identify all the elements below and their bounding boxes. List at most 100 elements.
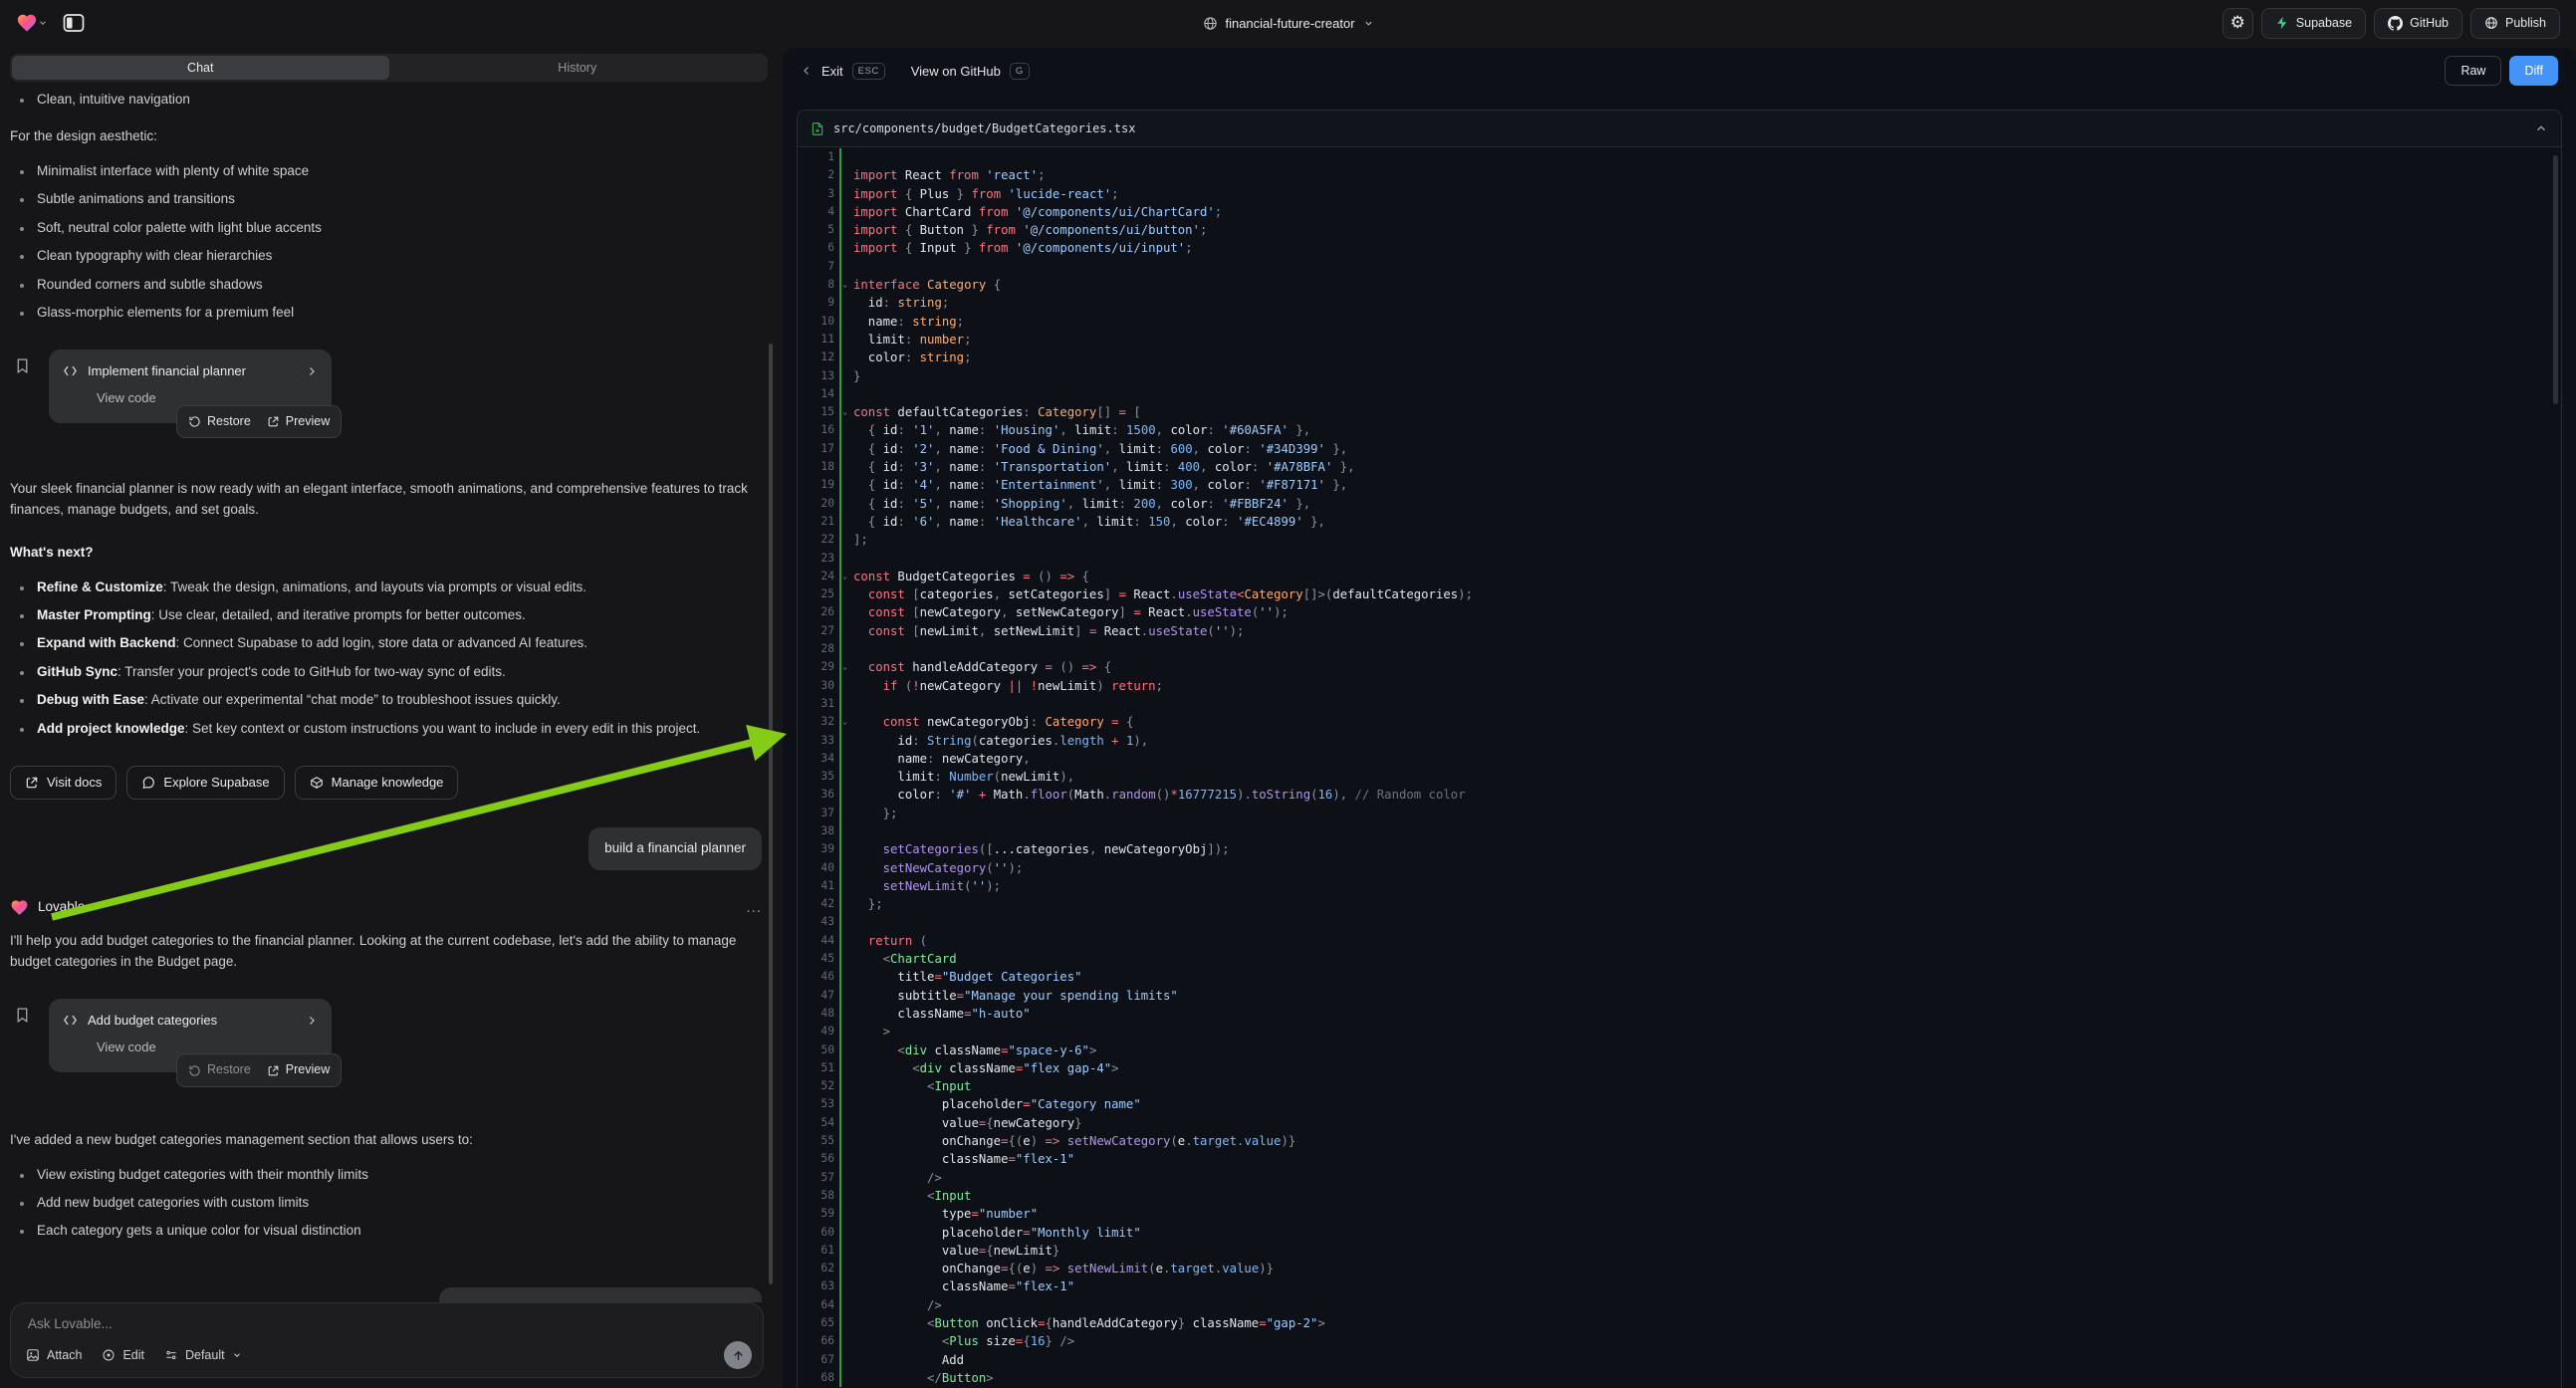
code-viewer-header: Exit ESC View on GitHub G Raw Diff [783,48,2576,94]
project-selector[interactable]: financial-future-creator [1202,0,1373,46]
view-on-github-button[interactable]: View on GitHub G [911,63,1030,80]
code-line: 32⌄ const newCategoryObj: Category = { [798,713,2561,731]
code-line: 64 /> [798,1296,2561,1314]
code-line: 61 value={newLimit} [798,1242,2561,1260]
assistant-name: Lovable [38,897,85,918]
diff-toggle-button[interactable]: Diff [2509,56,2558,86]
code-line: 44 return ( [798,932,2561,950]
edit-button[interactable]: Edit [102,1348,144,1362]
code-line: 49 > [798,1023,2561,1041]
attach-button[interactable]: Attach [26,1348,82,1362]
code-line: 2import React from 'react'; [798,166,2561,184]
more-options-button[interactable]: ... [746,896,762,919]
code-line: 57 /> [798,1169,2561,1187]
lovable-logo-menu[interactable] [16,12,48,34]
code-line: 46 title="Budget Categories" [798,968,2561,986]
bookmark-icon[interactable] [14,357,31,374]
file-header[interactable]: src/components/budget/BudgetCategories.t… [798,111,2561,147]
list-item: Clean, intuitive navigation [10,90,762,111]
list-item: Add project knowledge: Set key context o… [10,719,762,740]
chat-input[interactable]: Ask Lovable... [28,1316,113,1331]
send-button[interactable] [724,1341,752,1369]
fold-chevron-icon[interactable]: ⌄ [842,713,847,731]
user-message: would be cool if you could add budget ca… [439,1287,762,1302]
fold-chevron-icon[interactable]: ⌄ [842,568,847,585]
bookmark-icon[interactable] [14,1007,31,1024]
version-card-implement-financial-planner[interactable]: Implement financial planner View code [49,349,332,423]
github-button[interactable]: GitHub [2374,8,2462,39]
code-line: 14 [798,385,2561,403]
code-line: 65 <Button onClick={handleAddCategory} c… [798,1314,2561,1332]
preview-button[interactable]: Preview [267,412,330,431]
code-line: 41 setNewLimit(''); [798,877,2561,895]
manage-knowledge-button[interactable]: Manage knowledge [295,766,459,800]
fold-chevron-icon[interactable]: ⌄ [842,403,847,421]
preview-button[interactable]: Preview [267,1060,330,1079]
list-item: Debug with Ease: Activate our experiment… [10,690,762,711]
publish-button[interactable]: Publish [2470,8,2560,39]
collapse-file-button[interactable] [2534,121,2548,135]
explore-supabase-button[interactable]: Explore Supabase [126,766,284,800]
code-line: 51 <div className="flex gap-4"> [798,1059,2561,1077]
code-area: 12import React from 'react';3import { Pl… [798,147,2561,1388]
list-item: Clean typography with clear hierarchies [10,246,762,267]
code-line: 11 limit: number; [798,331,2561,348]
list-item: Glass-morphic elements for a premium fee… [10,303,762,324]
exit-button[interactable]: Exit ESC [801,63,885,80]
code-line: 56 className="flex-1" [798,1150,2561,1168]
package-icon [310,776,324,790]
code-line: 26 const [newCategory, setNewCategory] =… [798,603,2561,621]
code-line: 24⌄const BudgetCategories = () => { [798,568,2561,585]
globe-icon [1202,16,1217,31]
design-heading: For the design aesthetic: [10,126,762,147]
code-line: 21 { id: '6', name: 'Healthcare', limit:… [798,513,2561,531]
code-line: 33 id: String(categories.length + 1), [798,732,2561,750]
supabase-bolt-icon [2275,16,2289,30]
list-item: Subtle animations and transitions [10,189,762,210]
version-card-add-budget-categories[interactable]: Add budget categories View code Rest [49,999,332,1072]
chevron-down-icon [1363,18,1374,29]
code-line: 59 type="number" [798,1205,2561,1223]
sidebar-toggle-button[interactable] [62,11,86,35]
code-line: 48 className="h-auto" [798,1005,2561,1023]
lovable-app: financial-future-creator ⚙ Supabase GitH… [0,0,2576,1388]
version-toolbar: Restore Preview [176,1053,342,1086]
mode-selector[interactable]: Default [164,1348,242,1362]
code-line: 63 className="flex-1" [798,1277,2561,1295]
github-icon [2388,16,2403,31]
tab-history[interactable]: History [389,56,767,80]
restore-button[interactable]: Restore [188,412,251,431]
code-icon [63,1014,78,1027]
fold-chevron-icon[interactable]: ⌄ [842,276,847,294]
github-label: GitHub [2410,16,2449,30]
assistant-paragraph: I've added a new budget categories manag… [10,1130,762,1151]
supabase-button[interactable]: Supabase [2261,8,2366,39]
code-line: 67 Add [798,1351,2561,1369]
code-line: 6import { Input } from '@/components/ui/… [798,239,2561,257]
design-bullet-list: Minimalist interface with plenty of whit… [10,161,762,324]
code-line: 23 [798,550,2561,568]
code-scrollbar-thumb[interactable] [2553,155,2558,404]
tab-chat[interactable]: Chat [12,56,389,80]
file-added-icon [811,121,824,136]
chat-scrollbar-thumb[interactable] [769,344,773,1284]
publish-globe-icon [2484,16,2498,30]
version-card-title: Implement financial planner [88,361,296,381]
version-card-block: Implement financial planner View code [10,349,762,453]
code-line: 43 [798,913,2561,931]
raw-toggle-button[interactable]: Raw [2445,56,2501,86]
arrow-up-icon [732,1349,745,1362]
visit-docs-button[interactable]: Visit docs [10,766,117,800]
code-line: 31 [798,695,2561,713]
list-item: Add new budget categories with custom li… [10,1193,762,1214]
fold-chevron-icon[interactable]: ⌄ [842,658,847,676]
settings-button[interactable]: ⚙ [2223,8,2253,39]
restore-button[interactable]: Restore [188,1060,251,1079]
code-line: 8⌄interface Category { [798,276,2561,294]
external-link-icon [267,415,280,428]
code-line: 29⌄ const handleAddCategory = () => { [798,658,2561,676]
code-line: 19 { id: '4', name: 'Entertainment', lim… [798,476,2561,494]
g-key-chip: G [1010,63,1030,80]
list-item: Minimalist interface with plenty of whit… [10,161,762,182]
panel-left-icon [62,11,86,35]
